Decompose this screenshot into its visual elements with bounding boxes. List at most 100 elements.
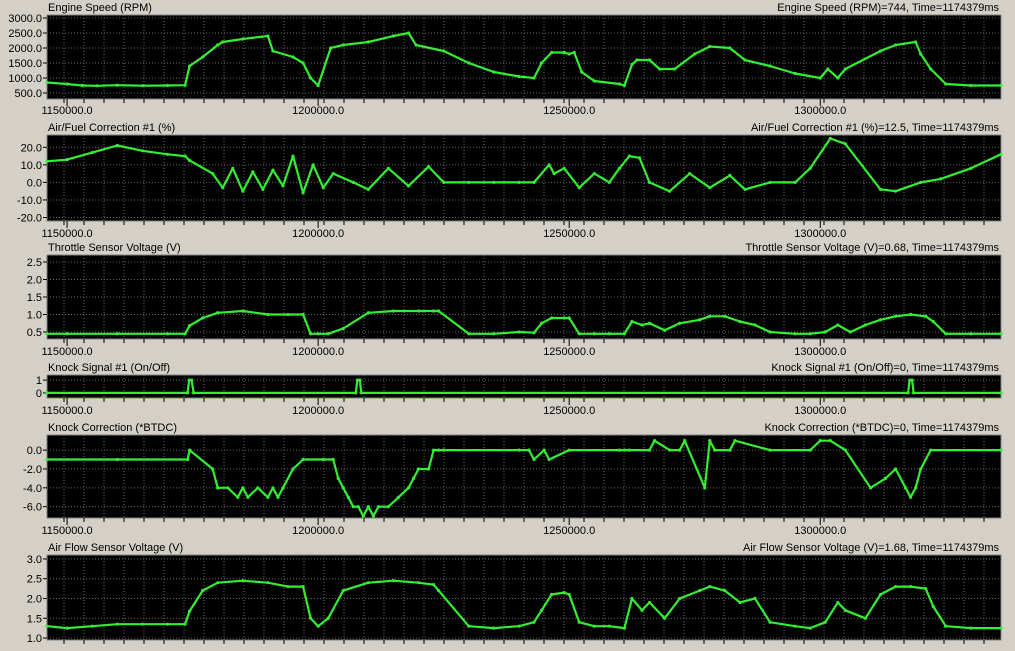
data-point: [442, 180, 446, 184]
x-tick-label: 1150000.0: [41, 346, 92, 358]
data-point: [359, 391, 363, 395]
x-tick-label: 1250000.0: [543, 525, 595, 537]
data-point: [836, 76, 840, 80]
data-point: [577, 186, 581, 190]
x-tick-label: 1200000.0: [292, 105, 344, 117]
y-tick-label: 20.0: [21, 142, 42, 154]
data-point: [893, 467, 898, 471]
data-point: [893, 189, 898, 193]
data-point: [878, 49, 883, 53]
data-point: [442, 448, 446, 452]
data-point: [45, 391, 49, 395]
data-point: [241, 486, 245, 490]
panel-readout: Knock Correction (*BTDC)=0, Time=1174379…: [764, 422, 999, 434]
data-point: [406, 184, 411, 188]
x-tick-label: 1300000.0: [794, 105, 846, 117]
data-point: [266, 495, 270, 499]
data-point: [216, 581, 220, 585]
data-point: [187, 609, 192, 613]
data-point: [863, 323, 868, 327]
data-point: [826, 67, 830, 71]
y-tick-label: 1.5: [27, 292, 42, 304]
data-point: [416, 581, 421, 585]
data-point: [630, 62, 634, 67]
data-point: [527, 448, 531, 452]
data-point: [944, 82, 948, 86]
data-point: [577, 620, 581, 624]
data-point: [592, 172, 596, 176]
data-point: [592, 332, 596, 336]
data-point: [221, 40, 225, 44]
data-point: [673, 67, 677, 71]
data-point: [919, 180, 923, 184]
data-point: [271, 168, 275, 172]
data-point: [517, 330, 521, 334]
data-point: [351, 180, 355, 184]
data-point: [321, 186, 325, 190]
data-point: [427, 164, 431, 169]
data-point: [808, 332, 812, 336]
data-point: [662, 328, 667, 332]
data-point: [944, 624, 948, 628]
data-point: [999, 626, 1003, 630]
datalog-viewer: Engine Speed (RPM) Engine Speed (RPM)=744…: [0, 0, 1015, 651]
data-point: [309, 616, 313, 620]
data-point: [753, 323, 757, 327]
y-tick-label: -20.0: [17, 212, 42, 224]
data-point: [662, 616, 667, 620]
data-point: [532, 331, 536, 335]
data-point: [733, 439, 737, 443]
y-tick-label: -2.0: [23, 464, 42, 476]
data-point: [893, 43, 898, 47]
data-point: [808, 626, 812, 630]
data-point: [909, 312, 913, 317]
data-point: [836, 323, 840, 327]
datalog-charts[interactable]: Engine Speed (RPM) Engine Speed (RPM)=744…: [0, 0, 1015, 651]
x-tick-label: 1150000.0: [41, 228, 92, 240]
data-point: [678, 596, 682, 601]
y-tick-label: -6.0: [23, 502, 42, 514]
data-point: [183, 622, 187, 626]
data-point: [622, 332, 627, 336]
data-point: [437, 588, 441, 593]
x-tick-label: 1150000.0: [41, 525, 92, 537]
data-point: [276, 495, 280, 499]
data-point: [140, 84, 144, 88]
panel-title: Knock Signal #1 (On/Off): [48, 362, 170, 374]
data-point: [386, 505, 391, 509]
data-point: [216, 43, 220, 47]
data-point: [291, 55, 295, 59]
data-point: [301, 585, 305, 589]
data-point: [183, 332, 187, 336]
data-point: [743, 187, 747, 192]
data-point: [271, 486, 275, 490]
y-tick-label: 2000.0: [8, 43, 42, 55]
data-point: [517, 180, 521, 184]
data-point: [931, 604, 935, 608]
data-point: [517, 624, 521, 628]
panel-readout: Throttle Sensor Voltage (V)=0.68, Time=1…: [745, 242, 999, 254]
data-point: [326, 616, 330, 620]
x-tick-label: 1250000.0: [543, 105, 595, 117]
data-point: [90, 624, 94, 628]
data-point: [818, 439, 822, 443]
data-point: [728, 173, 732, 177]
data-point: [211, 172, 215, 176]
data-point: [341, 588, 345, 593]
data-point: [919, 467, 923, 471]
data-point: [165, 152, 170, 156]
data-point: [550, 50, 554, 55]
data-point: [467, 332, 471, 336]
data-point: [647, 58, 652, 62]
data-point: [828, 136, 832, 141]
data-point: [187, 158, 192, 163]
data-point: [999, 332, 1003, 336]
data-point: [580, 70, 584, 74]
data-point: [567, 316, 571, 320]
data-point: [909, 585, 913, 589]
data-point: [331, 172, 335, 176]
data-point: [192, 391, 196, 395]
x-tick-label: 1250000.0: [543, 346, 595, 358]
data-point: [617, 82, 622, 86]
data-point: [266, 34, 270, 38]
